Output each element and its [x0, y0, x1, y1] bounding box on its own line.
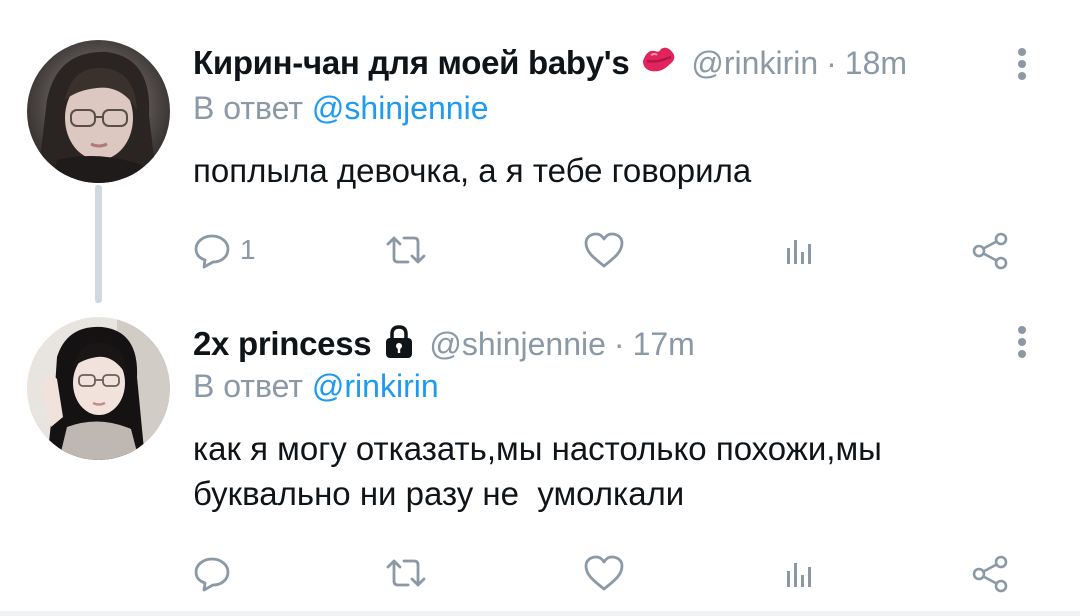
share-icon	[972, 232, 1008, 270]
tweet-header: Кирин-чан для моей baby's @rinkirin · 18…	[193, 38, 907, 88]
reply-count: 1	[240, 234, 256, 265]
kiss-lips-icon	[639, 43, 679, 84]
avatar-photo-rinkirin	[27, 40, 170, 183]
reply-context: В ответ @shinjennie	[193, 90, 489, 127]
tweet-reply-rinkirin[interactable]: Кирин-чан для моей baby's @rinkirin · 18…	[0, 0, 1080, 303]
reply-button[interactable]	[192, 548, 240, 598]
tweet-header: 2x princess @shinjennie · 17m	[193, 319, 695, 369]
user-handle[interactable]: @rinkirin	[691, 45, 818, 82]
tweet-text: поплыла девочка, а я тебе говорила	[193, 152, 752, 189]
more-options-icon[interactable]	[1012, 322, 1032, 362]
timestamp[interactable]: 17m	[633, 326, 695, 363]
retweet-button[interactable]	[382, 225, 438, 275]
retweet-icon	[386, 236, 426, 264]
lock-icon	[381, 324, 417, 365]
share-button[interactable]	[970, 225, 1010, 275]
display-name[interactable]: 2x princess	[193, 325, 372, 363]
reply-icon	[194, 234, 230, 269]
like-button[interactable]	[582, 225, 634, 275]
avatar-rinkirin[interactable]	[27, 40, 170, 183]
views-chart-icon	[787, 240, 811, 264]
heart-icon	[584, 232, 624, 268]
like-button[interactable]	[582, 548, 634, 598]
tweet-actions: 1	[190, 225, 1020, 275]
avatar-photo-shinjennie	[27, 317, 170, 460]
views-chart-icon	[787, 563, 811, 587]
share-icon	[972, 555, 1008, 593]
thread-connector-line	[95, 185, 102, 303]
tweet-text: как я могу отказать,мы настолько похожи,…	[193, 430, 882, 512]
reply-mention-link[interactable]: @shinjennie	[312, 90, 489, 126]
separator-dot: ·	[826, 44, 837, 81]
avatar-shinjennie[interactable]	[27, 317, 170, 460]
user-handle[interactable]: @shinjennie	[429, 326, 606, 363]
reply-prefix: В ответ	[193, 90, 304, 126]
reply-button[interactable]: 1	[192, 225, 256, 275]
views-button[interactable]	[778, 225, 826, 275]
retweet-button[interactable]	[382, 548, 438, 598]
reply-mention-link[interactable]: @rinkirin	[312, 368, 439, 404]
display-name[interactable]: Кирин-чан для моей baby's	[193, 44, 630, 82]
timestamp[interactable]: 18m	[845, 45, 907, 82]
tweet-reply-shinjennie[interactable]: 2x princess @shinjennie · 17m В ответ @r…	[0, 290, 1080, 616]
reply-icon	[194, 557, 230, 592]
reply-prefix: В ответ	[193, 368, 304, 404]
retweet-icon	[386, 559, 426, 587]
reply-context: В ответ @rinkirin	[193, 368, 439, 405]
tweet-actions	[190, 548, 1020, 598]
bottom-divider	[0, 611, 1080, 616]
share-button[interactable]	[970, 548, 1010, 598]
views-button[interactable]	[778, 548, 826, 598]
more-options-icon[interactable]	[1012, 44, 1032, 84]
separator-dot: ·	[613, 325, 625, 362]
heart-icon	[584, 555, 624, 591]
